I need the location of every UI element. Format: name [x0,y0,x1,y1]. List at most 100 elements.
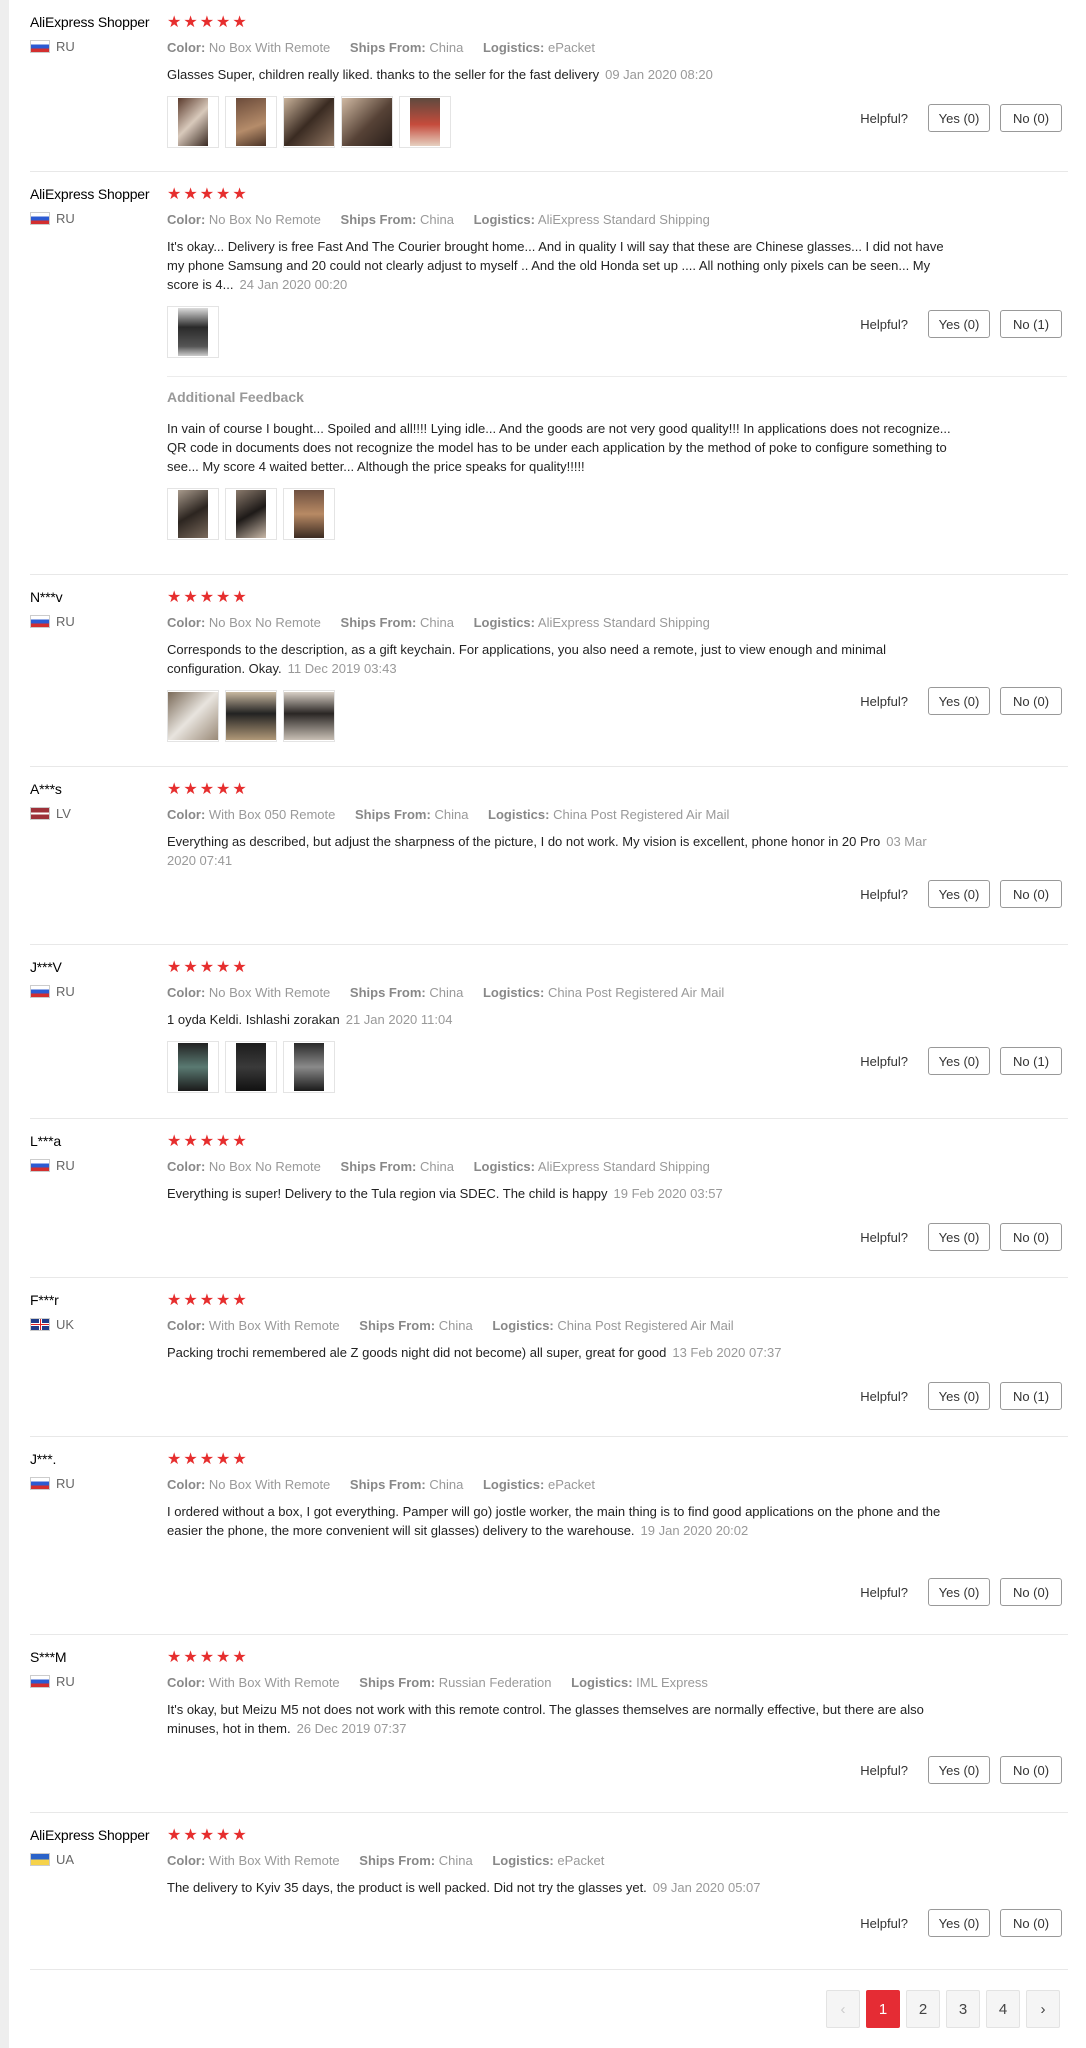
helpful-no-button[interactable]: No (0) [1000,1223,1062,1251]
review-photo-thumbnail[interactable] [283,488,335,540]
additional-feedback-text: In vain of course I bought... Spoiled an… [167,421,951,474]
review-photo-thumbnail[interactable] [225,1041,277,1093]
flag-ru-icon [30,212,50,225]
review-date: 19 Jan 2020 20:02 [640,1523,749,1538]
order-info: Color: No Box No Remote Ships From: Chin… [167,212,1067,227]
ships-from-label: Ships From: [354,807,431,822]
star-icon: ★ [183,957,198,976]
color-value: No Box With Remote [208,985,331,1000]
helpful-no-button[interactable]: No (0) [1000,687,1062,715]
star-icon: ★ [232,779,247,798]
review-photo-thumbnail[interactable] [225,488,277,540]
reviewer-name: N***v [30,589,63,605]
helpful-yes-button[interactable]: Yes (0) [928,1578,990,1606]
star-icon: ★ [232,957,247,976]
review-body: 1 oyda Keldi. Ishlashi zorakan [167,1012,340,1027]
helpful-no-button[interactable]: No (0) [1000,1578,1062,1606]
star-icon: ★ [167,12,182,31]
helpful-votes: Helpful? Yes (0) No (0) [860,1578,1062,1606]
color-label: Color: [167,40,206,55]
review-item: AliExpress Shopper UA ★ ★ ★ ★ ★ Color: With … [30,1813,1068,1970]
reviewer-name: AliExpress Shopper [30,1827,150,1843]
ships-from-value: China [420,1159,454,1174]
review-photo-thumbnail[interactable] [283,96,335,148]
review-photo-thumbnail[interactable] [399,96,451,148]
ships-from-label: Ships From: [340,1159,417,1174]
color-value: No Box With Remote [208,1477,331,1492]
review-item: AliExpress Shopper RU ★ ★ ★ ★ ★ Color: No Bo… [30,0,1068,172]
ships-from-value: China [438,1853,473,1868]
country-code: RU [56,1158,75,1173]
star-icon: ★ [199,1825,215,1844]
review-item: AliExpress Shopper RU ★ ★ ★ ★ ★ Color: No Bo… [30,172,1068,575]
star-rating: ★ ★ ★ ★ ★ [167,186,1067,202]
star-icon: ★ [232,1131,247,1150]
review-photo-thumbnail[interactable] [225,690,277,742]
star-icon: ★ [167,1290,182,1309]
review-text: Everything as described, but adjust the … [167,832,957,870]
flag-ru-icon [30,40,50,53]
helpful-label: Helpful? [860,693,908,709]
review-content: ★ ★ ★ ★ ★ Color: No Box No Remote Ships From… [167,1133,1067,1203]
reviewer-country: RU [30,984,168,999]
helpful-yes-button[interactable]: Yes (0) [928,687,990,715]
prev-page-button[interactable]: ‹ [826,1990,860,2028]
helpful-label: Helpful? [860,1388,908,1404]
star-icon: ★ [216,957,231,976]
reviewer-info: N***v RU [30,589,168,629]
logistics-value: China Post Registered Air Mail [553,807,730,822]
country-code: RU [56,1476,75,1491]
reviewer-info: F***r UK [30,1292,168,1332]
review-body: Everything is super! Delivery to the Tul… [167,1186,608,1201]
review-content: ★ ★ ★ ★ ★ Color: With Box With Remote Ships … [167,1649,1067,1738]
reviewer-name: J***. [30,1451,57,1467]
star-icon: ★ [183,184,198,203]
ships-from-value: Russian Federation [438,1675,552,1690]
flag-ru-icon [30,615,50,628]
review-photo-thumbnail[interactable] [283,1041,335,1093]
review-photo-thumbnail[interactable] [225,96,277,148]
helpful-no-button[interactable]: No (0) [1000,104,1062,132]
review-photo-thumbnail[interactable] [167,690,219,742]
helpful-no-button[interactable]: No (1) [1000,1047,1062,1075]
review-photo-thumbnail[interactable] [167,306,219,358]
review-content: ★ ★ ★ ★ ★ Color: With Box With Remote Ships … [167,1292,1067,1362]
helpful-no-button[interactable]: No (0) [1000,1909,1062,1937]
helpful-yes-button[interactable]: Yes (0) [928,1909,990,1937]
review-photo-thumbnail[interactable] [167,488,219,540]
helpful-yes-button[interactable]: Yes (0) [928,310,990,338]
order-info: Color: No Box No Remote Ships From: Chin… [167,615,1067,630]
star-icon: ★ [183,12,198,31]
helpful-no-button[interactable]: No (0) [1000,880,1062,908]
page-button-2[interactable]: 2 [906,1990,940,2028]
page-button-1[interactable]: 1 [866,1990,900,2028]
review-text: I ordered without a box, I got everythin… [167,1502,957,1540]
page-button-4[interactable]: 4 [986,1990,1020,2028]
review-content: ★ ★ ★ ★ ★ Color: No Box No Remote Ships From… [167,589,1067,742]
star-icon: ★ [232,587,247,606]
helpful-yes-button[interactable]: Yes (0) [928,1382,990,1410]
review-photo-thumbnail[interactable] [167,96,219,148]
review-photo-thumbnail[interactable] [341,96,393,148]
review-list: AliExpress Shopper RU ★ ★ ★ ★ ★ Color: No Bo… [30,0,1068,1970]
helpful-yes-button[interactable]: Yes (0) [928,1047,990,1075]
helpful-yes-button[interactable]: Yes (0) [928,1223,990,1251]
logistics-value: China Post Registered Air Mail [548,985,725,1000]
helpful-yes-button[interactable]: Yes (0) [928,104,990,132]
helpful-no-button[interactable]: No (0) [1000,1756,1062,1784]
ships-from-label: Ships From: [359,1853,436,1868]
review-photo-thumbnail[interactable] [283,690,335,742]
review-photo-thumbnail[interactable] [167,1041,219,1093]
helpful-yes-button[interactable]: Yes (0) [928,880,990,908]
helpful-yes-button[interactable]: Yes (0) [928,1756,990,1784]
helpful-no-button[interactable]: No (1) [1000,1382,1062,1410]
star-icon: ★ [232,1449,247,1468]
helpful-votes: Helpful? Yes (0) No (1) [860,1382,1062,1410]
logistics-label: Logistics: [482,40,545,55]
page-button-3[interactable]: 3 [946,1990,980,2028]
next-page-button[interactable]: › [1026,1990,1060,2028]
ships-from-value: China [420,212,454,227]
country-code: RU [56,614,75,629]
helpful-no-button[interactable]: No (1) [1000,310,1062,338]
star-icon: ★ [183,1825,198,1844]
